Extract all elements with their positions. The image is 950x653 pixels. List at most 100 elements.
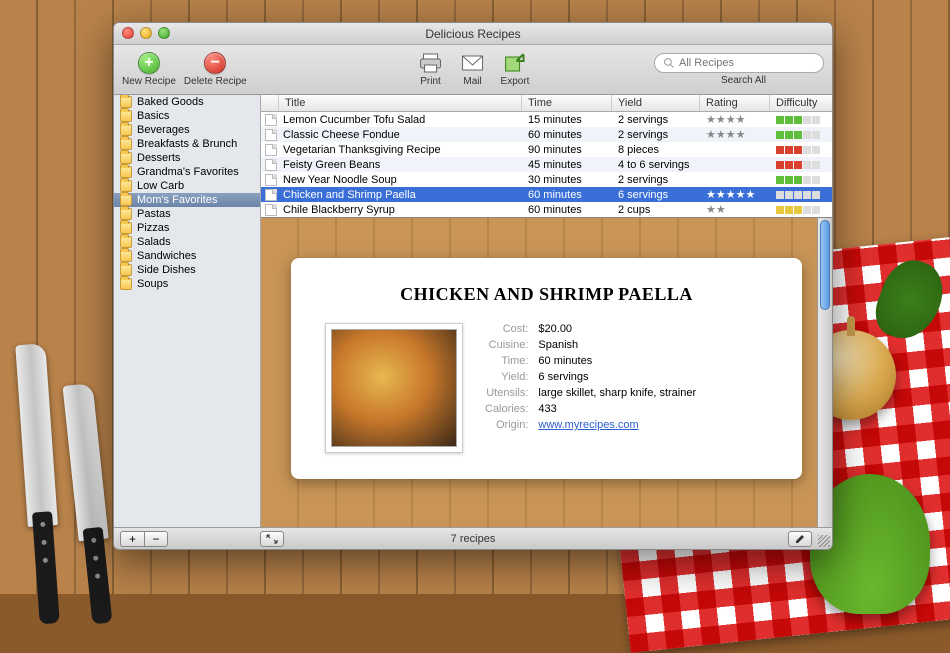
- cell-difficulty: [770, 206, 832, 214]
- sidebar-item[interactable]: Grandma's Favorites: [114, 165, 260, 179]
- new-recipe-button[interactable]: + New Recipe: [122, 52, 176, 87]
- cell-title: Feisty Green Beans: [277, 159, 522, 171]
- cell-title: Vegetarian Thanksgiving Recipe: [277, 144, 522, 156]
- cell-yield: 2 servings: [612, 114, 700, 126]
- cell-difficulty: [770, 116, 832, 124]
- printer-icon: [417, 52, 445, 74]
- sidebar-item[interactable]: Desserts: [114, 151, 260, 165]
- table-row[interactable]: Feisty Green Beans45 minutes4 to 6 servi…: [261, 157, 832, 172]
- recipe-detail-pane[interactable]: CHICKEN AND SHRIMP PAELLA Cost:$20.00Cui…: [261, 217, 832, 527]
- header-time[interactable]: Time: [522, 95, 612, 111]
- print-button[interactable]: Print: [417, 52, 445, 87]
- search-icon: [663, 57, 675, 69]
- meta-label: Cuisine:: [485, 339, 528, 351]
- header-yield[interactable]: Yield: [612, 95, 700, 111]
- cell-yield: 2 cups: [612, 204, 700, 216]
- table-row[interactable]: Vegetarian Thanksgiving Recipe90 minutes…: [261, 142, 832, 157]
- export-button[interactable]: Export: [501, 52, 530, 87]
- sidebar-item-label: Low Carb: [137, 180, 184, 192]
- sidebar-item[interactable]: Mom's Favorites: [114, 193, 260, 207]
- sidebar-item[interactable]: Beverages: [114, 123, 260, 137]
- zoom-button[interactable]: [158, 27, 170, 39]
- sidebar-item-label: Sandwiches: [137, 250, 196, 262]
- scroll-thumb[interactable]: [820, 220, 830, 310]
- document-icon: [265, 129, 277, 141]
- table-row[interactable]: New Year Noodle Soup30 minutes2 servings: [261, 172, 832, 187]
- search-input[interactable]: [679, 57, 815, 69]
- sidebar-item[interactable]: Side Dishes: [114, 263, 260, 277]
- document-icon: [265, 204, 277, 216]
- delete-recipe-button[interactable]: − Delete Recipe: [184, 52, 247, 87]
- sidebar-item-label: Side Dishes: [137, 264, 196, 276]
- folder-icon: [120, 124, 132, 136]
- cell-yield: 2 servings: [612, 174, 700, 186]
- sidebar-item[interactable]: Baked Goods: [114, 95, 260, 109]
- cell-title: Chile Blackberry Syrup: [277, 204, 522, 216]
- header-difficulty[interactable]: Difficulty: [770, 95, 832, 111]
- recipe-table[interactable]: Lemon Cucumber Tofu Salad15 minutes2 ser…: [261, 112, 832, 217]
- folder-icon: [120, 222, 132, 234]
- meta-label: Origin:: [485, 419, 528, 431]
- sidebar-item[interactable]: Breakfasts & Brunch: [114, 137, 260, 151]
- sidebar-item[interactable]: Pastas: [114, 207, 260, 221]
- vertical-scrollbar[interactable]: [817, 218, 832, 527]
- close-button[interactable]: [122, 27, 134, 39]
- origin-link[interactable]: www.myrecipes.com: [538, 419, 638, 431]
- sidebar-item[interactable]: Basics: [114, 109, 260, 123]
- table-row[interactable]: Lemon Cucumber Tofu Salad15 minutes2 ser…: [261, 112, 832, 127]
- sidebar[interactable]: Baked GoodsBasicsBeveragesBreakfasts & B…: [114, 95, 261, 527]
- cell-time: 30 minutes: [522, 174, 612, 186]
- mail-label: Mail: [463, 76, 481, 87]
- print-label: Print: [420, 76, 441, 87]
- sidebar-item-label: Pastas: [137, 208, 171, 220]
- app-window: Delicious Recipes + New Recipe − Delete …: [113, 22, 833, 550]
- cell-title: Lemon Cucumber Tofu Salad: [277, 114, 522, 126]
- meta-value: 6 servings: [538, 371, 696, 383]
- table-row[interactable]: Classic Cheese Fondue60 minutes2 serving…: [261, 127, 832, 142]
- header-title[interactable]: Title: [279, 95, 522, 111]
- cell-time: 90 minutes: [522, 144, 612, 156]
- cell-difficulty: [770, 146, 832, 154]
- meta-value[interactable]: www.myrecipes.com: [538, 419, 696, 431]
- recipe-meta: Cost:$20.00Cuisine:SpanishTime:60 minute…: [485, 323, 696, 453]
- minimize-button[interactable]: [140, 27, 152, 39]
- meta-value: $20.00: [538, 323, 696, 335]
- meta-label: Utensils:: [485, 387, 528, 399]
- meta-value: 60 minutes: [538, 355, 696, 367]
- sidebar-item[interactable]: Salads: [114, 235, 260, 249]
- resize-grip[interactable]: [818, 535, 830, 547]
- folder-icon: [120, 138, 132, 150]
- sidebar-item-label: Mom's Favorites: [137, 194, 217, 206]
- recipe-title: CHICKEN AND SHRIMP PAELLA: [325, 284, 768, 305]
- table-row[interactable]: Chicken and Shrimp Paella60 minutes6 ser…: [261, 187, 832, 202]
- mail-button[interactable]: Mail: [459, 52, 487, 87]
- sidebar-item[interactable]: Sandwiches: [114, 249, 260, 263]
- export-label: Export: [501, 76, 530, 87]
- search-field[interactable]: [654, 53, 824, 73]
- sidebar-item-label: Pizzas: [137, 222, 169, 234]
- document-icon: [265, 114, 277, 126]
- sidebar-item[interactable]: Low Carb: [114, 179, 260, 193]
- sidebar-item[interactable]: Pizzas: [114, 221, 260, 235]
- document-icon: [265, 189, 277, 201]
- sidebar-item-label: Soups: [137, 278, 168, 290]
- titlebar[interactable]: Delicious Recipes: [114, 23, 832, 45]
- delete-recipe-label: Delete Recipe: [184, 76, 247, 87]
- header-rating[interactable]: Rating: [700, 95, 770, 111]
- folder-icon: [120, 236, 132, 248]
- expand-button[interactable]: [260, 531, 284, 547]
- sidebar-item-label: Basics: [137, 110, 169, 122]
- folder-icon: [120, 278, 132, 290]
- sidebar-item[interactable]: Soups: [114, 277, 260, 291]
- meta-label: Calories:: [485, 403, 528, 415]
- table-row[interactable]: Chile Blackberry Syrup60 minutes2 cups★★: [261, 202, 832, 217]
- cell-yield: 2 servings: [612, 129, 700, 141]
- cell-rating: ★★: [700, 203, 770, 216]
- cell-rating: ★★★★: [700, 113, 770, 126]
- meta-value: 433: [538, 403, 696, 415]
- remove-category-button[interactable]: −: [144, 531, 168, 547]
- folder-icon: [120, 250, 132, 262]
- new-recipe-label: New Recipe: [122, 76, 176, 87]
- edit-button[interactable]: [788, 531, 812, 547]
- add-category-button[interactable]: +: [120, 531, 144, 547]
